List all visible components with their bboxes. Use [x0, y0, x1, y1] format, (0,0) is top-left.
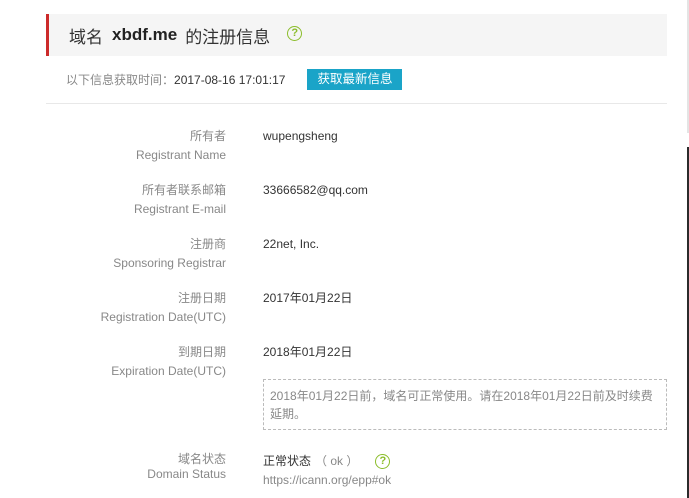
info-label: 所有者 Registrant Name: [136, 127, 226, 165]
refresh-info-button[interactable]: 获取最新信息: [307, 69, 403, 90]
info-value: 22net, Inc.: [263, 237, 320, 251]
expiry-notice-line1: 2018年01月22日前，域名可正常使用。请在2018年01月22日前及时续费: [270, 389, 653, 403]
expiry-notice-line2: 延期。: [270, 407, 307, 421]
title-suffix: 的注册信息: [185, 27, 271, 47]
page-title-bar: 域名 xbdf.me 的注册信息 ?: [46, 14, 667, 56]
status-value: 正常状态: [263, 454, 312, 468]
label-cn: 所有者联系邮箱: [141, 183, 226, 197]
help-icon[interactable]: ?: [375, 454, 391, 469]
label-en: Registration Date(UTC): [100, 310, 226, 324]
status-line: 正常状态 （ ok ） ?: [263, 452, 391, 471]
label-en: Registrant E-mail: [133, 202, 226, 216]
label-cn: 域名状态: [177, 452, 226, 466]
info-label: 注册日期 Registration Date(UTC): [101, 289, 226, 327]
label-en: Sponsoring Registrar: [113, 256, 226, 270]
status-code: （ ok ）: [315, 454, 359, 468]
info-value: 2018年01月22日: [263, 345, 353, 359]
status-value-block: 正常状态 （ ok ） ? https://icann.org/epp#ok: [263, 452, 391, 490]
label-cn: 注册商: [189, 237, 226, 251]
title-domain: xbdf.me: [112, 25, 178, 44]
info-value: 2017年01月22日: [263, 291, 353, 305]
info-label: 到期日期 Expiration Date(UTC): [111, 343, 226, 381]
fetch-time-value: 2017-08-16 17:01:17: [174, 72, 286, 87]
label-cn: 到期日期: [177, 345, 226, 359]
info-value: 33666582@qq.com: [263, 183, 368, 197]
info-label: 所有者联系邮箱 Registrant E-mail: [134, 181, 226, 219]
status-link[interactable]: https://icann.org/epp#ok: [263, 473, 391, 487]
label-en: Expiration Date(UTC): [111, 364, 226, 378]
fetch-time-row: 以下信息获取时间： 2017-08-16 17:01:17 获取最新信息: [66, 69, 403, 90]
info-label: 域名状态 Domain Status: [147, 452, 226, 482]
info-value: wupengsheng: [263, 129, 338, 143]
label-en: Domain Status: [147, 467, 226, 481]
help-icon[interactable]: ?: [287, 25, 303, 41]
expiry-notice: 2018年01月22日前，域名可正常使用。请在2018年01月22日前及时续费 …: [263, 379, 667, 430]
label-cn: 所有者: [189, 129, 226, 143]
title-prefix: 域名: [69, 27, 103, 47]
fetch-time-label: 以下信息获取时间：: [66, 73, 175, 87]
label-en: Registrant Name: [135, 148, 226, 162]
info-label: 注册商 Sponsoring Registrar: [113, 235, 226, 273]
label-cn: 注册日期: [177, 291, 226, 305]
divider: [46, 103, 667, 104]
